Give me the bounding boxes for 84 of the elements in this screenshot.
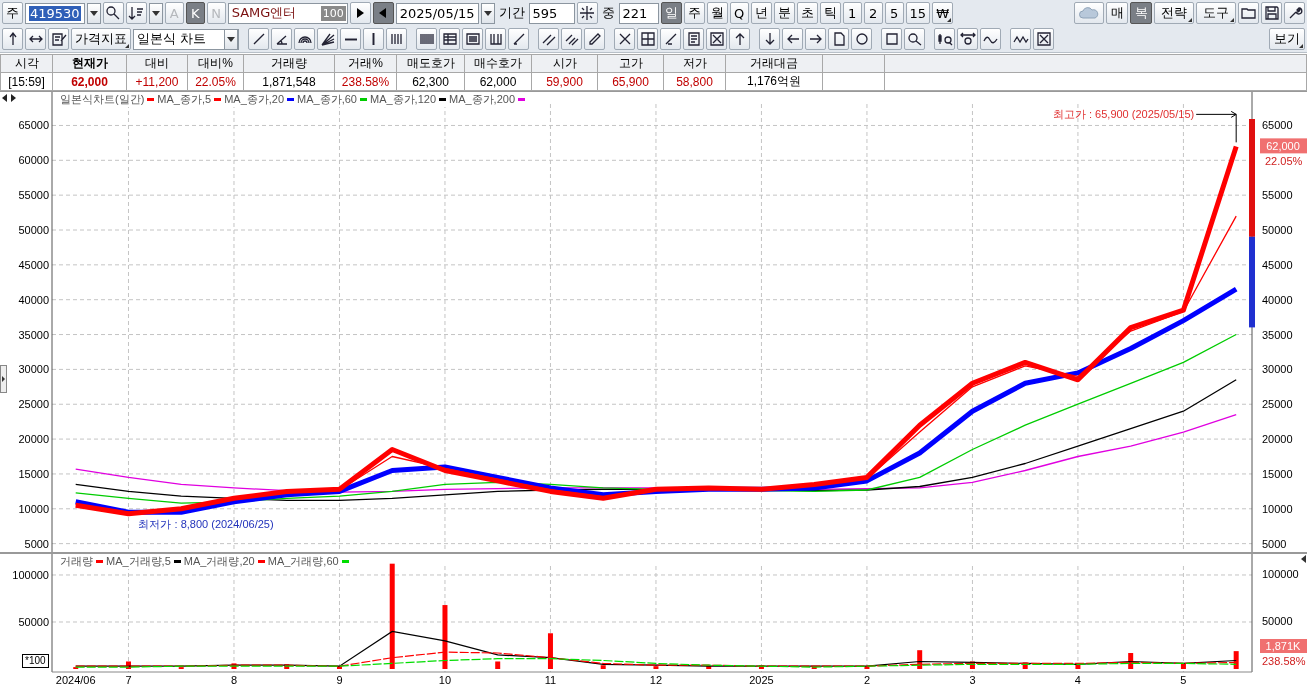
axis-label: 60000 <box>18 154 49 167</box>
legend-label: MA_거래량,60 <box>267 554 339 569</box>
axis-label: 4 <box>1074 674 1081 686</box>
axis-label: 5000 <box>24 537 49 550</box>
axis-label: 100000 <box>12 568 49 581</box>
volume-ratio-label: 238.58% <box>1262 655 1306 667</box>
quote-cell: 58,800 <box>663 72 726 91</box>
unit-label: *100 <box>22 654 49 668</box>
column-header: 거래량 <box>243 54 335 73</box>
axis-label: 11 <box>544 674 557 686</box>
legend-label: 거래량 <box>60 554 93 569</box>
column-header: 고가 <box>597 54 664 73</box>
axis-label: 20000 <box>1262 433 1293 446</box>
axis-label: 10000 <box>18 502 49 515</box>
axis-label: 2025 <box>749 674 774 686</box>
change-rate-label: 22.05% <box>1265 155 1303 168</box>
axis-label: 20000 <box>18 433 49 446</box>
legend-label: MA_종가,200 <box>449 92 516 107</box>
quote-cell: 59,900 <box>531 72 598 91</box>
axis-label: 55000 <box>1262 189 1293 202</box>
quote-cell: 238.58% <box>334 72 397 91</box>
axis-label: 25000 <box>18 398 49 411</box>
axis-label: 50000 <box>1262 224 1293 236</box>
column-header: 현재가 <box>52 54 127 73</box>
axis-label: 7 <box>125 674 132 686</box>
legend-label: MA_거래량,20 <box>183 554 255 569</box>
column-header: 거래대금 <box>725 54 823 73</box>
axis-label: 25000 <box>1262 398 1293 411</box>
column-header: 대비% <box>187 54 244 73</box>
volume-badge: 1,871K <box>1260 639 1307 653</box>
quote-cell: 62,000 <box>464 72 532 91</box>
quote-cell: [15:59] <box>0 72 53 91</box>
axis-label: 45000 <box>1262 258 1293 271</box>
column-header: 거래% <box>334 54 397 73</box>
column-header: 매도호가 <box>396 54 465 73</box>
axis-label: 9 <box>336 674 343 686</box>
axis-label: 10 <box>438 674 452 686</box>
axis-label: 45000 <box>18 258 49 271</box>
low-price-note: 최저가 : 8,800 (2024/06/25) <box>138 517 274 530</box>
quote-cell: 62,300 <box>396 72 465 91</box>
axis-label: 35000 <box>1262 328 1293 341</box>
quote-cell: 62,000 <box>52 72 127 91</box>
column-header: 매수호가 <box>464 54 532 73</box>
quote-cell: 65,900 <box>597 72 664 91</box>
axis-label: 55000 <box>18 189 49 202</box>
legend-label: 일본식차트(일간) <box>60 92 145 107</box>
axis-label: 5000 <box>1262 537 1287 550</box>
axis-label: 2 <box>863 674 870 686</box>
axis-label: 30000 <box>1262 363 1293 376</box>
legend-label: MA_종가,60 <box>297 92 357 107</box>
axis-label: 15000 <box>1262 467 1293 480</box>
axis-label: 50000 <box>18 616 49 628</box>
legend-label: MA_종가,120 <box>369 92 436 107</box>
axis-label: 100000 <box>1262 567 1299 581</box>
current-price-badge: 62,000 <box>1260 138 1307 154</box>
axis-label: 40000 <box>18 293 49 306</box>
axis-label: 5 <box>1180 674 1187 686</box>
axis-label: 65000 <box>18 119 49 132</box>
axis-label: 2024/06 <box>55 674 96 686</box>
quote-cell: 1,176억원 <box>725 72 823 91</box>
quote-cell: 22.05% <box>187 72 244 91</box>
quote-cell: +11,200 <box>126 72 188 91</box>
legend-label: MA_종가,20 <box>224 92 285 107</box>
axis-label: 65000 <box>1262 119 1293 132</box>
high-price-note: 최고가 : 65,900 (2025/05/15) <box>1052 108 1195 121</box>
column-header: 시가 <box>531 54 598 73</box>
axis-label: 3 <box>969 674 976 686</box>
axis-label: 35000 <box>18 328 49 341</box>
axis-label: 12 <box>649 674 663 686</box>
axis-label: 8 <box>230 674 238 686</box>
count-label: 중 <box>600 4 616 22</box>
column-header: 시각 <box>0 54 53 73</box>
legend-label: MA_종가,5 <box>157 92 212 107</box>
axis-label: 30000 <box>18 363 49 376</box>
legend-label: MA_거래량,5 <box>106 554 171 569</box>
axis-label: 50000 <box>1262 615 1293 628</box>
quote-cell: 1,871,548 <box>243 72 335 91</box>
axis-label: 10000 <box>1262 502 1293 515</box>
period-label: 기간 <box>497 4 526 22</box>
axis-label: 50000 <box>18 224 49 236</box>
axis-label: 40000 <box>1262 293 1293 306</box>
column-header: 저가 <box>663 54 726 73</box>
column-header: 대비 <box>126 54 188 73</box>
axis-label: 15000 <box>18 467 49 480</box>
